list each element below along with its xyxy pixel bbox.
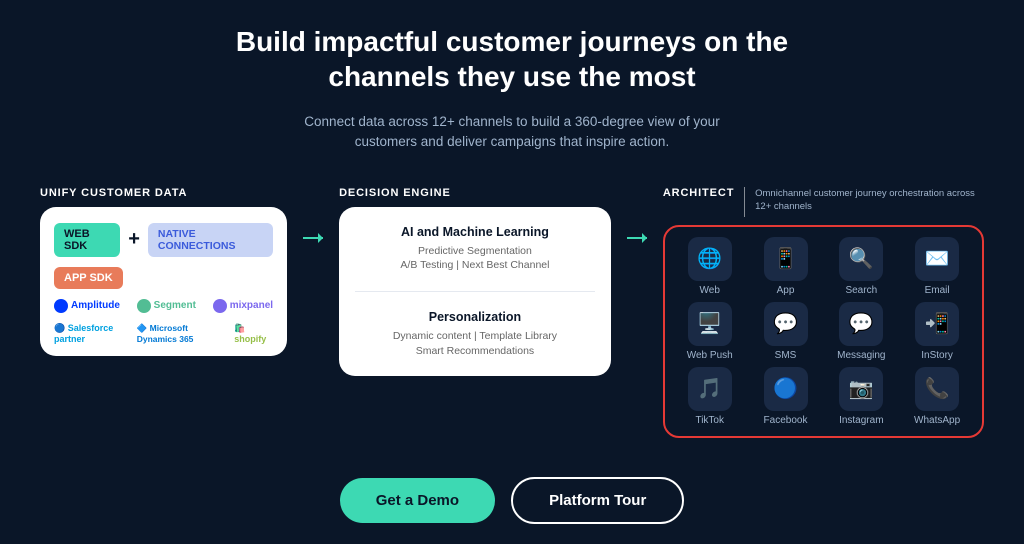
platform-tour-button[interactable]: Platform Tour xyxy=(511,477,684,524)
headline: Build impactful customer journeys on the… xyxy=(236,24,788,104)
web-sdk-badge: WEB SDK xyxy=(54,223,120,257)
segment-logo: Segment xyxy=(137,299,196,313)
sdk-row-app: APP SDK xyxy=(54,267,273,289)
decision-hr xyxy=(355,291,595,292)
channel-icon-facebook: 🔵 xyxy=(764,367,808,411)
channel-icon-web-push: 🖥️ xyxy=(688,302,732,346)
connector-2 xyxy=(627,187,647,239)
col-architect: ARCHITECT Omnichannel customer journey o… xyxy=(663,187,984,438)
integrations-row1: Amplitude Segment mixpanel xyxy=(54,299,273,313)
mixpanel-text: mixpanel xyxy=(230,300,273,311)
amplitude-logo: Amplitude xyxy=(54,299,120,313)
channel-icon-messaging: 💬 xyxy=(839,302,883,346)
col-decision: DECISION ENGINE AI and Machine Learning … xyxy=(339,187,611,377)
channel-icon-email: ✉️ xyxy=(915,237,959,281)
subheadline: Connect data across 12+ channels to buil… xyxy=(304,112,719,171)
bottom-buttons: Get a Demo Platform Tour xyxy=(340,477,685,524)
integrations-row2: 🔵 Salesforce partner 🔷 Microsoft Dynamic… xyxy=(54,323,273,344)
main-content: UNIFY CUSTOMER DATA WEB SDK + NATIVE CON… xyxy=(40,187,984,462)
personalization-desc: Dynamic content | Template LibrarySmart … xyxy=(355,329,595,358)
channel-item-facebook: 🔵 Facebook xyxy=(751,367,821,426)
channel-item-search: 🔍 Search xyxy=(826,237,896,296)
channel-item-tiktok: 🎵 TikTok xyxy=(675,367,745,426)
channel-item-email: ✉️ Email xyxy=(902,237,972,296)
decision-personalization: Personalization Dynamic content | Templa… xyxy=(355,310,595,358)
channel-item-instory: 📲 InStory xyxy=(902,302,972,361)
channel-label-instory: InStory xyxy=(921,350,953,361)
ai-title: AI and Machine Learning xyxy=(355,225,595,239)
decision-ai: AI and Machine Learning Predictive Segme… xyxy=(355,225,595,273)
channel-label-web-push: Web Push xyxy=(687,350,733,361)
channel-icon-sms: 💬 xyxy=(764,302,808,346)
channel-label-web: Web xyxy=(700,285,720,296)
plus-icon: + xyxy=(128,228,140,251)
arrow-line-2 xyxy=(627,237,647,239)
amplitude-text: Amplitude xyxy=(71,300,120,311)
channel-label-app: App xyxy=(777,285,795,296)
channel-icon-web: 🌐 xyxy=(688,237,732,281)
channel-item-app: 📱 App xyxy=(751,237,821,296)
channel-item-messaging: 💬 Messaging xyxy=(826,302,896,361)
personalization-title: Personalization xyxy=(355,310,595,324)
native-conn-badge: NATIVE CONNECTIONS xyxy=(148,223,273,257)
channel-label-instagram: Instagram xyxy=(839,415,883,426)
microsoft-logo: 🔷 Microsoft Dynamics 365 xyxy=(137,323,231,344)
channel-item-instagram: 📷 Instagram xyxy=(826,367,896,426)
channel-icon-whatsapp: 📞 xyxy=(915,367,959,411)
connector-1 xyxy=(303,187,323,239)
segment-dot xyxy=(137,299,151,313)
channel-label-sms: SMS xyxy=(775,350,797,361)
channel-item-web: 🌐 Web xyxy=(675,237,745,296)
amplitude-dot xyxy=(54,299,68,313)
headline-line2: channels they use the most xyxy=(328,61,695,92)
segment-text: Segment xyxy=(154,300,196,311)
unify-card: WEB SDK + NATIVE CONNECTIONS APP SDK Amp… xyxy=(40,207,287,356)
channel-label-whatsapp: WhatsApp xyxy=(914,415,960,426)
channel-label-messaging: Messaging xyxy=(837,350,885,361)
channel-icon-instagram: 📷 xyxy=(839,367,883,411)
channel-label-email: Email xyxy=(925,285,950,296)
channel-icon-tiktok: 🎵 xyxy=(688,367,732,411)
channel-label-search: Search xyxy=(845,285,877,296)
sub-line1: Connect data across 12+ channels to buil… xyxy=(304,114,719,129)
channel-label-tiktok: TikTok xyxy=(695,415,724,426)
architect-desc: Omnichannel customer journey orchestrati… xyxy=(755,187,984,214)
arrow-line-1 xyxy=(303,237,323,239)
decision-label: DECISION ENGINE xyxy=(339,187,611,199)
col-unify: UNIFY CUSTOMER DATA WEB SDK + NATIVE CON… xyxy=(40,187,287,356)
channel-label-facebook: Facebook xyxy=(764,415,808,426)
salesforce-logo: 🔵 Salesforce partner xyxy=(54,323,133,344)
headline-line1: Build impactful customer journeys on the xyxy=(236,26,788,57)
channel-item-sms: 💬 SMS xyxy=(751,302,821,361)
channel-icon-search: 🔍 xyxy=(839,237,883,281)
mixpanel-dot xyxy=(213,299,227,313)
decision-card: AI and Machine Learning Predictive Segme… xyxy=(339,207,611,377)
channel-icon-instory: 📲 xyxy=(915,302,959,346)
channel-item-web-push: 🖥️ Web Push xyxy=(675,302,745,361)
channel-icon-app: 📱 xyxy=(764,237,808,281)
architect-card: 🌐 Web 📱 App 🔍 Search ✉️ Email 🖥️ Web Push 💬 SMS 💬 Mes… xyxy=(663,225,984,438)
ai-desc: Predictive SegmentationA/B Testing | Nex… xyxy=(355,244,595,273)
app-sdk-badge: APP SDK xyxy=(54,267,123,289)
architect-label: ARCHITECT xyxy=(663,187,734,199)
architect-header: ARCHITECT Omnichannel customer journey o… xyxy=(663,187,984,217)
sdk-row-top: WEB SDK + NATIVE CONNECTIONS xyxy=(54,223,273,257)
sub-line2: customers and deliver campaigns that ins… xyxy=(355,134,669,149)
channel-item-whatsapp: 📞 WhatsApp xyxy=(902,367,972,426)
unify-label: UNIFY CUSTOMER DATA xyxy=(40,187,287,199)
get-demo-button[interactable]: Get a Demo xyxy=(340,478,495,523)
mixpanel-logo: mixpanel xyxy=(213,299,273,313)
architect-v-divider xyxy=(744,187,745,217)
shopify-logo: 🛍️ shopify xyxy=(234,323,273,344)
